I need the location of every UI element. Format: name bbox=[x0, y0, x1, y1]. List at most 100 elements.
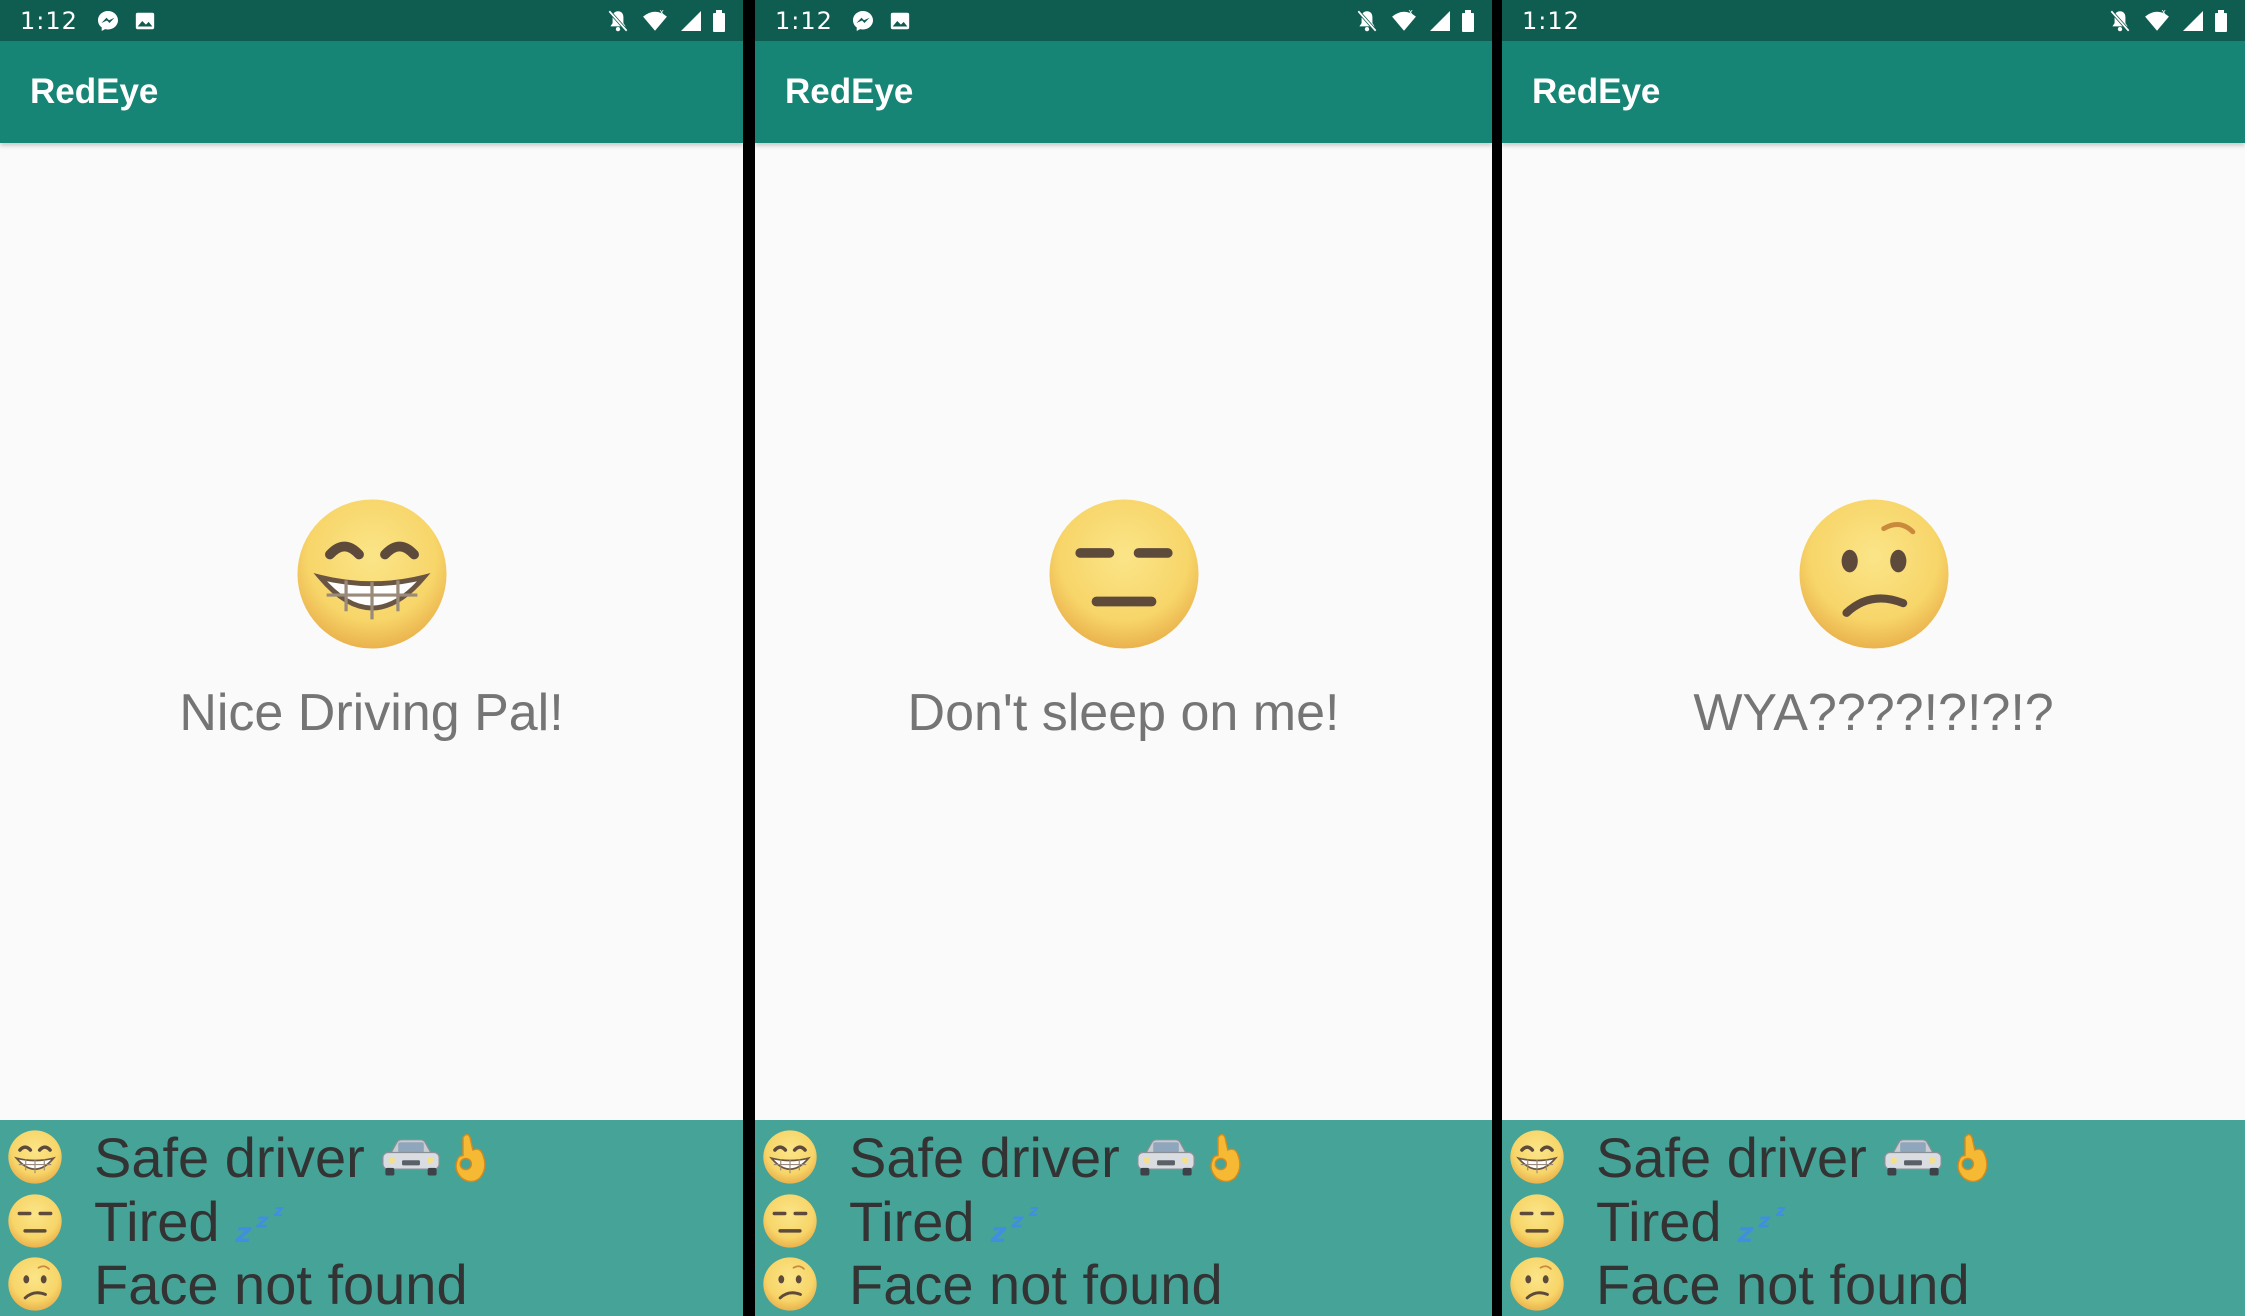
ok-hand-icon bbox=[449, 1128, 491, 1186]
status-message: Nice Driving Pal! bbox=[179, 684, 564, 742]
phone-screen-2: 1:12 x RedEye Don't sleep on me! Safe driver… bbox=[755, 0, 1492, 1316]
car-icon bbox=[1881, 1134, 1945, 1180]
legend-extra-icons: zzz bbox=[989, 1197, 1053, 1245]
car-icon bbox=[1134, 1134, 1198, 1180]
status-legend: Safe driver Tired z z z Face not found bbox=[0, 1120, 743, 1316]
status-bar: 1:12 x bbox=[0, 0, 743, 41]
legend-item: Safe driver bbox=[0, 1125, 743, 1189]
status-notification-icons bbox=[96, 9, 156, 33]
car-icon bbox=[379, 1134, 443, 1180]
legend-label: Face not found bbox=[1596, 1252, 1970, 1316]
svg-text:x: x bbox=[2161, 8, 2166, 16]
legend-item: Face not found bbox=[755, 1252, 1492, 1316]
legend-item: Face not found bbox=[0, 1252, 743, 1316]
svg-text:z: z bbox=[255, 1208, 269, 1232]
image-icon bbox=[134, 10, 156, 32]
app-bar: RedEye bbox=[0, 41, 743, 143]
battery-icon bbox=[1462, 9, 1474, 33]
svg-text:z: z bbox=[1028, 1201, 1039, 1220]
confused-face-icon bbox=[1793, 493, 1955, 655]
status-time: 1:12 bbox=[1522, 6, 1580, 35]
app-title: RedEye bbox=[1532, 72, 1661, 111]
expressionless-face-icon bbox=[1508, 1192, 1566, 1250]
status-time: 1:12 bbox=[20, 6, 78, 35]
mute-icon bbox=[1354, 8, 1380, 34]
legend-item: Tired z z z bbox=[0, 1189, 743, 1253]
legend-label: Face not found bbox=[94, 1252, 468, 1316]
svg-text:z: z bbox=[273, 1201, 284, 1220]
status-system-icons: x bbox=[605, 0, 725, 41]
status-time: 1:12 bbox=[775, 6, 833, 35]
status-system-icons: x bbox=[1354, 0, 1474, 41]
legend-extra-icons: zzz bbox=[234, 1197, 298, 1245]
legend-item: Tired z z z bbox=[755, 1189, 1492, 1253]
status-notification-icons bbox=[851, 9, 911, 33]
app-bar: RedEye bbox=[1502, 41, 2245, 143]
legend-label: Tired bbox=[94, 1189, 220, 1253]
legend-item: Tired z z z bbox=[1502, 1189, 2245, 1253]
ok-hand-icon bbox=[1204, 1128, 1246, 1186]
mute-icon bbox=[2107, 8, 2133, 34]
legend-item: Safe driver bbox=[1502, 1125, 2245, 1189]
legend-label: Safe driver bbox=[1596, 1125, 1867, 1189]
mute-icon bbox=[605, 8, 631, 34]
legend-item: Face not found bbox=[1502, 1252, 2245, 1316]
svg-text:z: z bbox=[1757, 1208, 1771, 1232]
svg-text:z: z bbox=[989, 1218, 1006, 1245]
wifi-icon: x bbox=[2143, 8, 2171, 34]
legend-label: Tired bbox=[849, 1189, 975, 1253]
app-title: RedEye bbox=[30, 72, 159, 111]
expressionless-face-icon bbox=[1043, 493, 1205, 655]
status-legend: Safe driver Tired z z z Face not found bbox=[755, 1120, 1492, 1316]
messenger-icon bbox=[96, 9, 120, 33]
main-content: WYA????!?!?!? bbox=[1502, 143, 2245, 1120]
legend-label: Safe driver bbox=[849, 1125, 1120, 1189]
grinning-face-icon bbox=[1508, 1128, 1566, 1186]
grinning-face-icon bbox=[291, 493, 453, 655]
status-bar: 1:12 x bbox=[755, 0, 1492, 41]
legend-label: Face not found bbox=[849, 1252, 1223, 1316]
signal-icon bbox=[1428, 9, 1452, 33]
status-system-icons: x bbox=[2107, 0, 2227, 41]
image-icon bbox=[889, 10, 911, 32]
wifi-icon: x bbox=[1390, 8, 1418, 34]
legend-label: Safe driver bbox=[94, 1125, 365, 1189]
main-content: Don't sleep on me! bbox=[755, 143, 1492, 1120]
status-message: Don't sleep on me! bbox=[907, 684, 1340, 742]
grinning-face-icon bbox=[761, 1128, 819, 1186]
main-content: Nice Driving Pal! bbox=[0, 143, 743, 1120]
svg-text:z: z bbox=[1775, 1201, 1786, 1220]
legend-item: Safe driver bbox=[755, 1125, 1492, 1189]
legend-label: Tired bbox=[1596, 1189, 1722, 1253]
svg-text:z: z bbox=[234, 1218, 251, 1245]
phone-screen-3: 1:12 x RedEye WYA????!?!?!? Safe driver Tired… bbox=[1502, 0, 2245, 1316]
svg-text:x: x bbox=[659, 8, 664, 16]
expressionless-face-icon bbox=[6, 1192, 64, 1250]
battery-icon bbox=[2215, 9, 2227, 33]
phone-screen-1: 1:12 x RedEye Nice Driving Pal! Safe driver T… bbox=[0, 0, 743, 1316]
confused-face-icon bbox=[1508, 1255, 1566, 1313]
svg-text:z: z bbox=[1010, 1208, 1024, 1232]
signal-icon bbox=[679, 9, 703, 33]
screenshot-canvas: 1:12 x RedEye Nice Driving Pal! Safe driver T… bbox=[0, 0, 2258, 1316]
app-title: RedEye bbox=[785, 72, 914, 111]
wifi-icon: x bbox=[641, 8, 669, 34]
status-message: WYA????!?!?!? bbox=[1693, 684, 2054, 742]
messenger-icon bbox=[851, 9, 875, 33]
screen-divider bbox=[743, 0, 755, 1316]
screen-divider bbox=[1492, 0, 1502, 1316]
ok-hand-icon bbox=[1951, 1128, 1993, 1186]
status-bar: 1:12 x bbox=[1502, 0, 2245, 41]
legend-extra-icons bbox=[1881, 1128, 1993, 1186]
legend-extra-icons: zzz bbox=[1736, 1197, 1800, 1245]
signal-icon bbox=[2181, 9, 2205, 33]
expressionless-face-icon bbox=[761, 1192, 819, 1250]
legend-extra-icons bbox=[379, 1128, 491, 1186]
grinning-face-icon bbox=[6, 1128, 64, 1186]
app-bar: RedEye bbox=[755, 41, 1492, 143]
battery-icon bbox=[713, 9, 725, 33]
legend-extra-icons bbox=[1134, 1128, 1246, 1186]
status-legend: Safe driver Tired z z z Face not found bbox=[1502, 1120, 2245, 1316]
zzz-icon: zzz bbox=[1736, 1197, 1800, 1245]
svg-text:x: x bbox=[1408, 8, 1413, 16]
